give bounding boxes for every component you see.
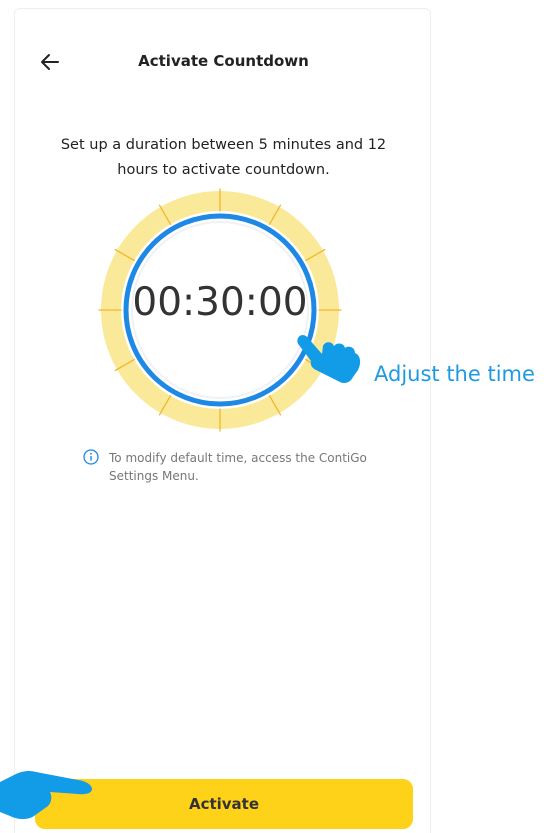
timer-value[interactable]: 00:30:00 [98,280,342,325]
countdown-dial[interactable]: 00:30:00 [98,188,342,432]
page-title: Activate Countdown [138,52,309,70]
pointing-hand-icon [0,770,92,819]
info-icon [83,449,99,465]
adjust-time-hint: Adjust the time [374,362,535,386]
duration-description: Set up a duration between 5 minutes and … [60,137,387,178]
header: Activate Countdown [15,47,432,79]
info-note-text: To modify default time, access the Conti… [109,451,367,483]
pointing-hand-icon [297,335,361,384]
